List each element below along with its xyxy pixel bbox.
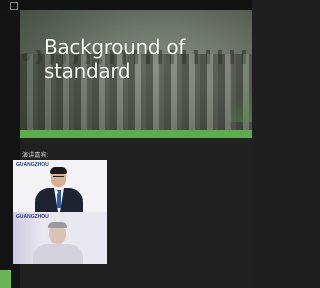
slide-green-accent	[230, 80, 252, 122]
speaker-video-tile-1[interactable]: GUANGZHOU	[13, 160, 107, 212]
top-bar	[0, 0, 252, 10]
slide-title: Background of standard	[44, 35, 249, 83]
slide-title-line2: standard	[44, 59, 131, 83]
speaker-body	[33, 244, 83, 264]
speaker-hair	[48, 222, 67, 228]
checkbox-icon[interactable]	[10, 2, 18, 10]
lapel-mic-icon	[55, 191, 58, 194]
bottom-green-accent	[0, 270, 11, 288]
slide-green-bar	[20, 130, 252, 138]
presentation-slide: Background of standard	[20, 10, 252, 138]
logo-text: GUANGZHOU	[16, 162, 49, 168]
meeting-window: Background of standard 演讲嘉宾: GUANGZHOU G…	[0, 0, 252, 288]
speaker-hair	[50, 167, 67, 174]
speakers-label: 演讲嘉宾:	[22, 153, 49, 159]
speaker-glasses	[53, 176, 64, 180]
logo-text: GUANGZHOU	[16, 214, 49, 220]
organization-logo: GUANGZHOU	[16, 214, 49, 224]
organization-logo: GUANGZHOU	[16, 162, 49, 172]
slide-title-line1: Background of	[44, 35, 186, 59]
speaker-video-tile-2[interactable]: GUANGZHOU	[13, 212, 107, 264]
